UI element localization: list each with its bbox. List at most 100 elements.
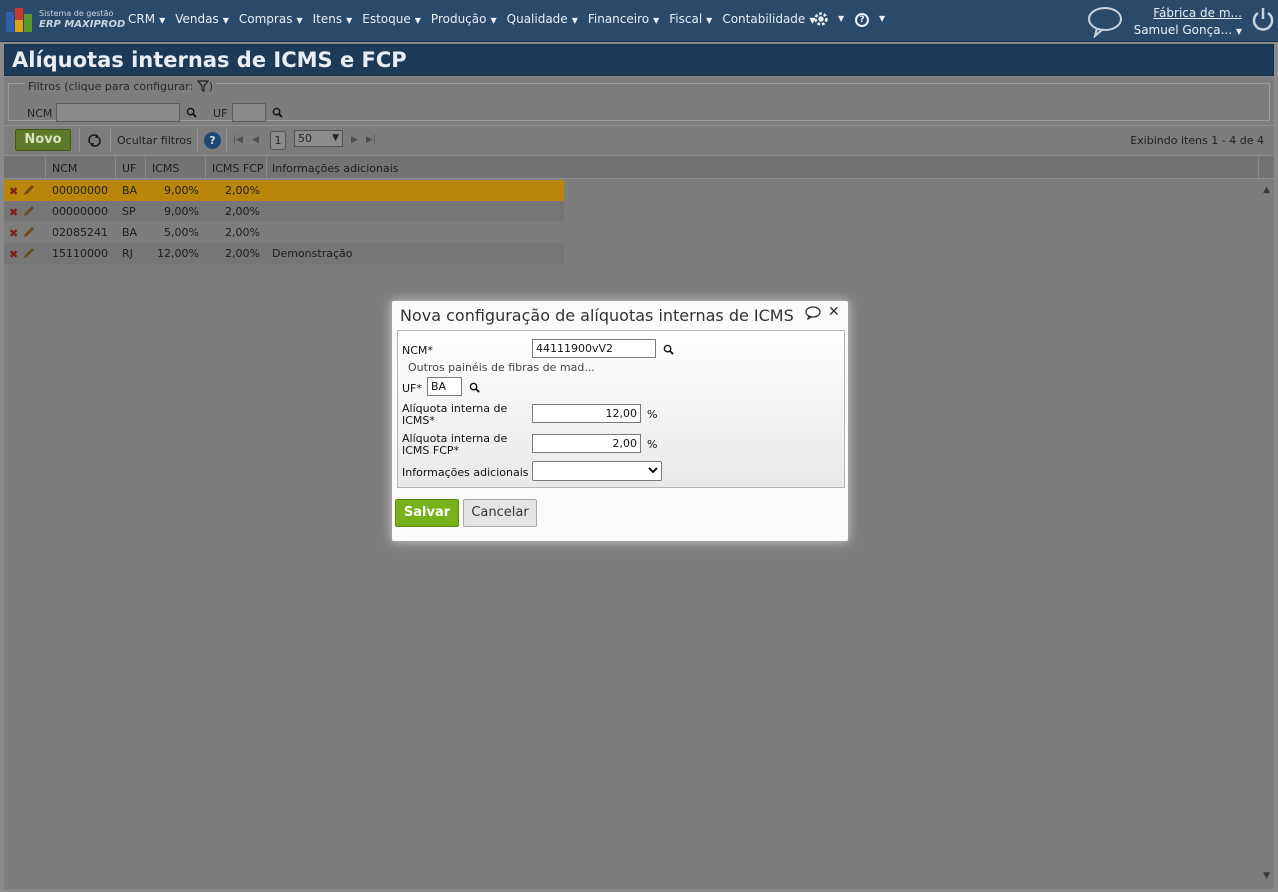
menu-financeiro[interactable]: Financeiro ▼ <box>588 12 659 26</box>
edit-icon[interactable] <box>22 225 36 239</box>
help-icon[interactable]: ? <box>204 132 221 149</box>
percent-label: % <box>647 408 658 421</box>
close-icon[interactable]: ✕ <box>828 304 840 320</box>
filter-ncm-label: NCM <box>27 107 53 120</box>
search-icon[interactable] <box>469 382 480 393</box>
brand-text: Sistema de gestão ERP MAXIPROD <box>39 8 125 30</box>
page-title-bar: Alíquotas internas de ICMS e FCP <box>4 44 1274 76</box>
first-page-icon[interactable]: |◀ <box>233 135 243 145</box>
dialog-title: Nova configuração de alíquotas internas … <box>400 306 794 325</box>
delete-icon[interactable]: ✖ <box>9 185 18 198</box>
save-button[interactable]: Salvar <box>395 499 459 527</box>
cell-fcp: 2,00% <box>225 184 260 197</box>
uf-label: UF* <box>402 382 422 395</box>
search-icon[interactable] <box>186 107 197 118</box>
menu-vendas[interactable]: Vendas ▼ <box>175 12 229 26</box>
chevron-down-icon: ▼ <box>1235 27 1242 36</box>
search-icon[interactable] <box>272 107 283 118</box>
page-size-select[interactable]: 50 ▼ <box>294 130 343 147</box>
col-icms[interactable]: ICMS <box>152 162 179 175</box>
table-row[interactable]: ✖ 00000000 SP 9,00% 2,00% <box>4 201 564 222</box>
refresh-icon[interactable] <box>87 134 102 147</box>
col-uf[interactable]: UF <box>122 162 136 175</box>
edit-icon[interactable] <box>22 183 36 197</box>
col-ncm[interactable]: NCM <box>52 162 77 175</box>
menu-producao[interactable]: Produção ▼ <box>431 12 497 26</box>
icms-rate-input[interactable]: 12,00 <box>532 404 641 423</box>
table-row[interactable]: ✖ 00000000 BA 9,00% 2,00% <box>4 180 564 201</box>
menu-crm[interactable]: CRM ▼ <box>128 12 165 26</box>
divider <box>1258 156 1259 180</box>
menu-fiscal[interactable]: Fiscal ▼ <box>669 12 712 26</box>
divider <box>79 129 80 151</box>
delete-icon[interactable]: ✖ <box>9 206 18 219</box>
chevron-down-icon[interactable]: ▼ <box>838 14 844 23</box>
page-number[interactable]: 1 <box>270 131 286 150</box>
prev-page-icon[interactable]: ◀ <box>252 135 259 145</box>
cell-icms: 9,00% <box>164 184 199 197</box>
icms-label-line2: ICMS* <box>402 414 435 427</box>
brand-line1: Sistema de gestão <box>39 9 114 18</box>
cell-fcp: 2,00% <box>225 205 260 218</box>
cell-icms: 5,00% <box>164 226 199 239</box>
company-link[interactable]: Fábrica de m... <box>1130 6 1242 20</box>
grid-header: NCM UF ICMS ICMS FCP Informações adicion… <box>4 155 1274 180</box>
table-row[interactable]: ✖ 15110000 RJ 12,00% 2,00% Demonstração <box>4 243 564 264</box>
user-menu[interactable]: Samuel Gonça... ▼ <box>1130 23 1242 37</box>
grid-toolbar: Novo Ocultar filtros ? |◀ ◀ 1 50 ▼ ▶ ▶| E… <box>4 125 1274 155</box>
filters-legend[interactable]: Filtros (clique para configurar: ) <box>25 80 217 93</box>
info-select[interactable] <box>532 461 662 481</box>
gear-icon[interactable] <box>812 10 830 28</box>
hide-filters-button[interactable]: Ocultar filtros <box>117 134 192 147</box>
scroll-up-icon[interactable]: ▲ <box>1263 185 1270 195</box>
maxiprod-logo-icon[interactable] <box>6 8 34 32</box>
fcp-label: Alíquota interna de ICMS FCP* <box>402 433 507 457</box>
cancel-button[interactable]: Cancelar <box>463 499 537 527</box>
ncm-description: Outros painéis de fibras de mad... <box>408 361 595 374</box>
menu-qualidade[interactable]: Qualidade ▼ <box>507 12 578 26</box>
scroll-down-icon[interactable]: ▼ <box>1263 871 1270 881</box>
help-icon[interactable]: ? <box>855 13 869 27</box>
delete-icon[interactable]: ✖ <box>9 248 18 261</box>
ncm-input[interactable]: 44111900vV2 <box>532 339 656 358</box>
chat-icon[interactable] <box>805 306 821 320</box>
chevron-down-icon[interactable]: ▼ <box>879 14 885 23</box>
edit-icon[interactable] <box>22 204 36 218</box>
divider <box>266 156 267 180</box>
filters-panel: Filtros (clique para configurar: ) NCM U… <box>8 80 1270 122</box>
power-icon[interactable] <box>1251 6 1275 32</box>
next-page-icon[interactable]: ▶ <box>351 135 358 145</box>
menu-compras[interactable]: Compras ▼ <box>239 12 303 26</box>
menu-itens[interactable]: Itens ▼ <box>313 12 353 26</box>
fcp-rate-input[interactable]: 2,00 <box>532 434 641 453</box>
filter-uf-input[interactable] <box>232 103 266 122</box>
chevron-down-icon <box>648 467 658 474</box>
new-button[interactable]: Novo <box>15 129 71 151</box>
chat-icon[interactable] <box>1087 6 1123 38</box>
cell-uf: BA <box>122 184 138 197</box>
divider <box>145 156 146 180</box>
col-info[interactable]: Informações adicionais <box>272 162 399 175</box>
edit-icon[interactable] <box>22 246 36 260</box>
chevron-down-icon: ▼ <box>571 16 578 25</box>
table-row[interactable]: ✖ 02085241 BA 5,00% 2,00% <box>4 222 564 243</box>
icms-label: Alíquota interna de ICMS* <box>402 403 507 427</box>
chevron-down-icon: ▼ <box>346 16 353 25</box>
uf-input[interactable]: BA <box>427 377 462 396</box>
menu-estoque[interactable]: Estoque ▼ <box>362 12 421 26</box>
cell-ncm: 00000000 <box>52 205 108 218</box>
chevron-down-icon: ▼ <box>296 16 303 25</box>
filter-ncm-input[interactable] <box>56 103 180 122</box>
chevron-down-icon: ▼ <box>159 16 166 25</box>
chevron-down-icon: ▼ <box>490 16 497 25</box>
last-page-icon[interactable]: ▶| <box>366 135 376 145</box>
col-icms-fcp[interactable]: ICMS FCP <box>212 162 264 175</box>
menu-contabilidade[interactable]: Contabilidade ▼ <box>722 12 815 26</box>
divider <box>45 156 46 180</box>
cell-info: Demonstração <box>272 247 353 260</box>
filter-uf-label: UF <box>213 107 228 120</box>
delete-icon[interactable]: ✖ <box>9 227 18 240</box>
filter-icon[interactable] <box>196 80 209 92</box>
info-label: Informações adicionais <box>402 466 529 479</box>
search-icon[interactable] <box>663 344 674 355</box>
